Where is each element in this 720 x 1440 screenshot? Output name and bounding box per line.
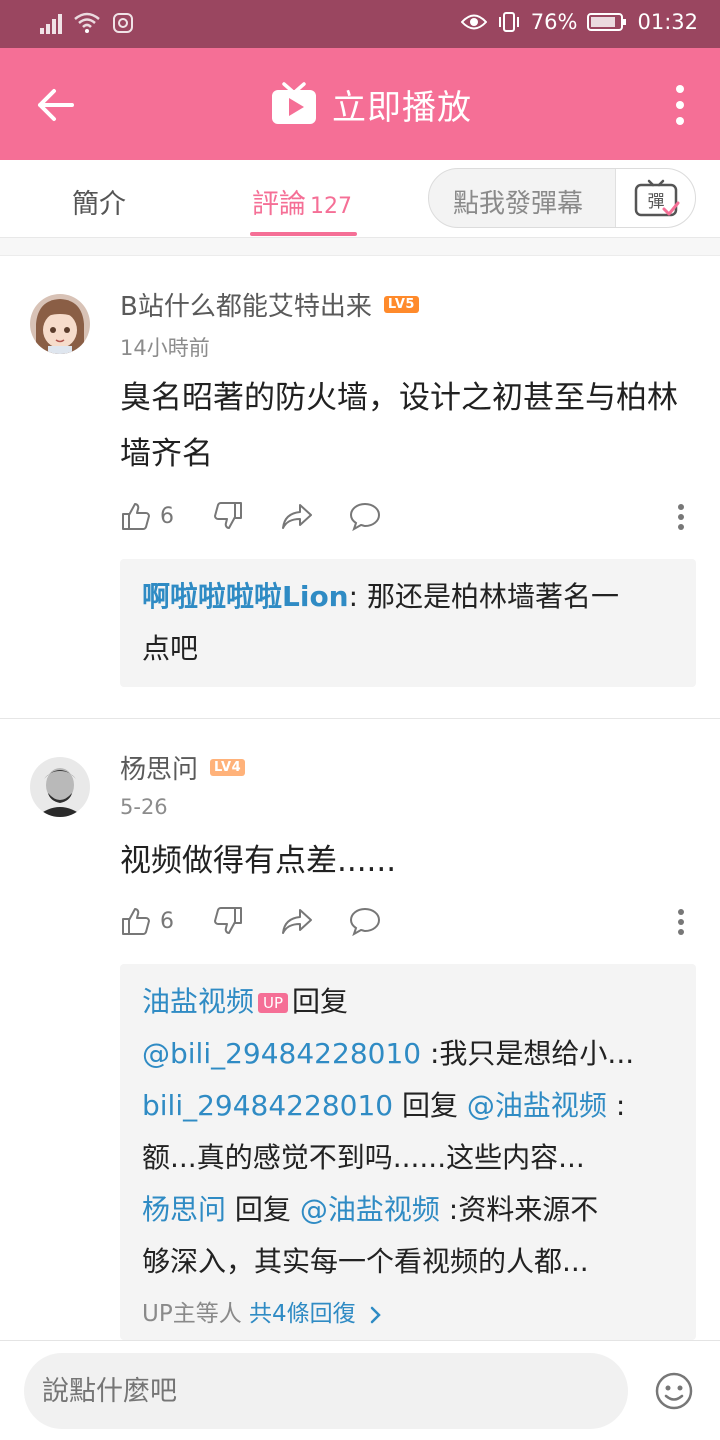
comment-compose-bar	[0, 1340, 720, 1440]
back-arrow-icon[interactable]	[32, 82, 78, 128]
reply-username[interactable]: 杨思问	[142, 1193, 226, 1226]
tab-comments-count: 127	[310, 194, 352, 219]
reply-line: 油盐视频 UP 回复	[120, 976, 696, 1028]
share-button[interactable]	[280, 905, 314, 937]
battery-percent: 76%	[530, 10, 578, 34]
more-vertical-icon[interactable]	[676, 907, 686, 937]
reply-word: 回复	[234, 1193, 291, 1226]
comment-item: 杨思问 LV4 5-26 视频做得有点差...... 6 油盐视频 UP 回复 …	[0, 719, 720, 1340]
reply-text: :我只是想给小...	[421, 1037, 635, 1070]
reply-username[interactable]: bili_29484228010	[142, 1089, 393, 1122]
share-arrow-icon	[282, 909, 312, 934]
level-badge: LV5	[383, 296, 419, 313]
comment-text: 臭名昭著的防火墙，设计之初甚至与柏林墙齐名	[120, 380, 678, 472]
comment-actions: 6	[120, 905, 700, 945]
more-vertical-icon[interactable]	[666, 82, 694, 128]
status-bar: 76% 01:32	[0, 0, 720, 48]
tab-bar: 簡介 評論 127 點我發彈幕 彈	[0, 160, 720, 238]
reply-mention[interactable]: @油盐视频	[467, 1089, 607, 1122]
reply-username[interactable]: 油盐视频	[142, 985, 254, 1018]
reply-mention[interactable]: @bili_29484228010	[142, 1037, 421, 1070]
speech-bubble-icon	[349, 907, 381, 937]
comment-input[interactable]	[24, 1353, 628, 1429]
section-gap	[0, 238, 720, 256]
like-count: 6	[160, 503, 174, 529]
emoji-icon[interactable]	[654, 1371, 694, 1411]
danmaku-toggle[interactable]: 彈	[615, 169, 695, 227]
reply-button[interactable]	[348, 905, 382, 937]
play-now-label: 立即播放	[332, 87, 472, 128]
reply-total-link[interactable]: 共4條回復	[249, 1301, 356, 1327]
app-bar: 立即播放	[0, 48, 720, 160]
level-badge: LV4	[210, 759, 246, 776]
wifi-icon	[74, 12, 100, 33]
avatar-portrait-icon	[30, 757, 90, 817]
tab-comments-label: 評論	[252, 189, 306, 220]
avatar-anime-icon	[30, 294, 90, 354]
thumbs-up-icon	[122, 503, 150, 530]
reply-button[interactable]	[348, 500, 382, 532]
instagram-icon	[113, 13, 133, 33]
danmaku-icon-text: 彈	[648, 192, 665, 212]
up-badge: UP	[258, 993, 289, 1013]
speech-bubble-icon	[349, 502, 381, 532]
danmaku-placeholder: 點我發彈幕	[453, 189, 584, 219]
reply-line: @bili_29484228010 :我只是想给小...	[120, 1028, 696, 1080]
avatar[interactable]	[30, 757, 90, 817]
reply-word: 回复	[401, 1089, 458, 1122]
play-now-button[interactable]: 立即播放	[270, 76, 472, 132]
thumbs-up-icon	[122, 908, 150, 935]
reply-line: 杨思问 回复 @油盐视频 :资料来源不	[120, 1184, 696, 1236]
tv-play-icon	[272, 82, 316, 124]
signal-icon	[40, 12, 62, 34]
comment-username[interactable]: B站什么都能艾特出来	[120, 286, 372, 323]
eye-icon	[460, 14, 487, 30]
like-button[interactable]: 6	[120, 500, 174, 532]
reply-word: 回复	[292, 985, 349, 1018]
tab-intro[interactable]: 簡介	[72, 182, 126, 221]
view-all-replies[interactable]: UP主等人 共4條回復	[120, 1288, 696, 1340]
reply-line: 额...真的感觉不到吗......这些内容...	[142, 1141, 585, 1174]
avatar[interactable]	[30, 294, 90, 354]
reply-line: 啊啦啦啦啦Lion: 那还是柏林墙著名一点吧	[120, 571, 640, 675]
more-vertical-icon[interactable]	[676, 502, 686, 532]
reply-line: bili_29484228010 回复 @油盐视频 :	[120, 1080, 696, 1132]
reply-total-prefix: UP主等人	[142, 1301, 242, 1327]
comment-username-row: 杨思问 LV4	[120, 749, 246, 786]
chevron-right-icon	[370, 1306, 381, 1323]
reply-line: 够深入，其实每一个看视频的人都...	[142, 1245, 589, 1278]
reply-mention[interactable]: @油盐视频	[300, 1193, 440, 1226]
share-button[interactable]	[280, 500, 314, 532]
comment-username-row: B站什么都能艾特出来 LV5	[120, 286, 419, 323]
reply-text: :	[606, 1089, 626, 1122]
comment-text: 视频做得有点差......	[120, 843, 397, 879]
comment-actions: 6	[120, 500, 700, 540]
share-arrow-icon	[282, 504, 312, 529]
thumbs-down-icon	[214, 502, 242, 529]
thumbs-down-icon	[214, 907, 242, 934]
battery-icon	[587, 13, 627, 31]
like-count: 6	[160, 908, 174, 934]
danmaku-input-button[interactable]: 點我發彈幕 彈	[428, 168, 696, 228]
comment-username[interactable]: 杨思问	[120, 749, 198, 786]
comment-time: 5-26	[120, 795, 168, 819]
comment-item: B站什么都能艾特出来 LV5 14小時前 臭名昭著的防火墙，设计之初甚至与柏林墙…	[0, 256, 720, 718]
clock: 01:32	[637, 10, 698, 34]
reply-preview[interactable]: 油盐视频 UP 回复 @bili_29484228010 :我只是想给小... bi…	[120, 964, 696, 1340]
active-tab-indicator	[250, 232, 357, 236]
dislike-button[interactable]	[212, 905, 244, 937]
danmaku-icon: 彈	[634, 179, 680, 217]
reply-preview[interactable]: 啊啦啦啦啦Lion: 那还是柏林墙著名一点吧	[120, 559, 696, 687]
vibrate-icon	[498, 12, 519, 32]
reply-username[interactable]: 啊啦啦啦啦Lion	[142, 580, 349, 613]
tab-comments[interactable]: 評論 127	[252, 182, 352, 221]
dislike-button[interactable]	[212, 500, 244, 532]
reply-text: :资料来源不	[439, 1193, 599, 1226]
like-button[interactable]: 6	[120, 905, 174, 937]
comment-time: 14小時前	[120, 336, 210, 360]
